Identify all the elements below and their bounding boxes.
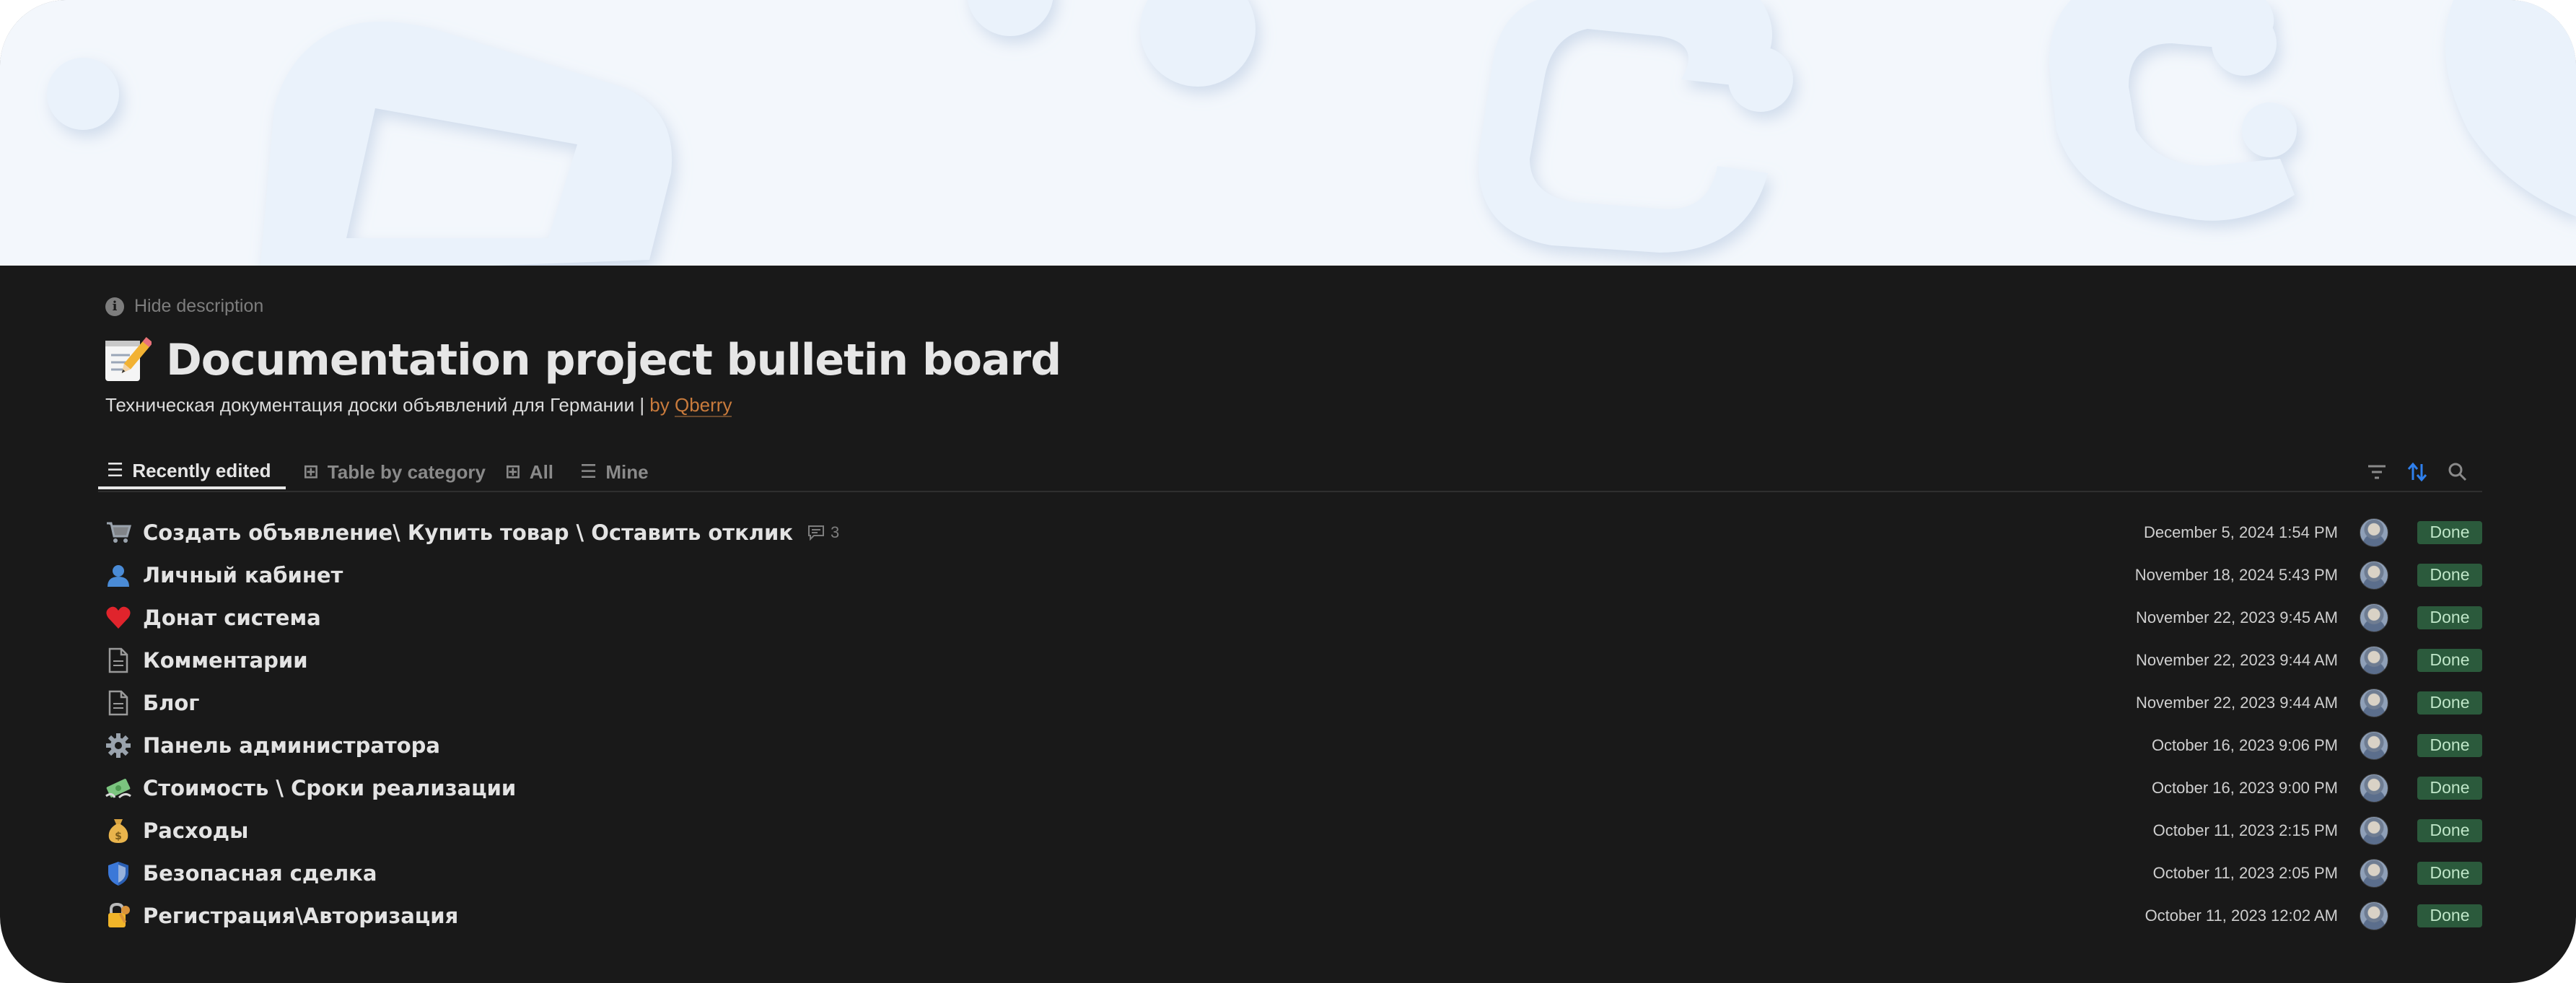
row-title: Блог bbox=[143, 690, 200, 715]
status-badge: Done bbox=[2417, 818, 2482, 842]
cover-pattern bbox=[0, 0, 2576, 266]
row-title: Создать объявление\ Купить товар \ Остав… bbox=[143, 520, 794, 545]
edited-date: October 11, 2023 12:02 AM bbox=[2145, 906, 2338, 925]
list-item[interactable]: Личный кабинет November 18, 2024 5:43 PM… bbox=[98, 554, 2482, 596]
avatar[interactable] bbox=[2360, 560, 2388, 590]
page-title-row: Documentation project bulletin board bbox=[101, 335, 1061, 385]
edited-date: October 11, 2023 2:15 PM bbox=[2152, 821, 2338, 839]
avatar[interactable] bbox=[2360, 901, 2388, 930]
list-item[interactable]: Донат система November 22, 2023 9:45 AM … bbox=[98, 596, 2482, 639]
status-badge: Done bbox=[2417, 733, 2482, 757]
row-title: Панель администратора bbox=[143, 733, 440, 758]
list-icon: ☰ bbox=[107, 460, 124, 481]
row-title: Донат система bbox=[143, 605, 321, 630]
page-list: Создать объявление\ Купить товар \ Остав… bbox=[98, 511, 2482, 937]
tab-recently-edited[interactable]: ☰ Recently edited bbox=[98, 455, 286, 489]
view-tabs: ☰ Recently edited ⊞ Table by category ⊞ … bbox=[98, 455, 2482, 492]
list-icon: ☰ bbox=[580, 461, 597, 483]
list-item[interactable]: Панель администратора October 16, 2023 9… bbox=[98, 724, 2482, 766]
list-item[interactable]: Блог November 22, 2023 9:44 AM Done bbox=[98, 681, 2482, 724]
filter-icon[interactable] bbox=[2364, 459, 2390, 485]
page-icon bbox=[104, 689, 133, 717]
memo-icon[interactable] bbox=[101, 335, 153, 385]
row-title: Стоимость \ Сроки реализации bbox=[143, 775, 517, 800]
info-icon: i bbox=[105, 297, 124, 316]
edited-date: November 22, 2023 9:44 AM bbox=[2135, 693, 2338, 712]
comment-count-value: 3 bbox=[831, 523, 840, 541]
svg-text:$: $ bbox=[115, 831, 122, 842]
list-item[interactable]: $ Расходы October 11, 2023 2:15 PM Done bbox=[98, 809, 2482, 852]
status-badge: Done bbox=[2417, 691, 2482, 715]
edited-date: November 22, 2023 9:44 AM bbox=[2135, 650, 2338, 669]
cover-image[interactable] bbox=[0, 0, 2576, 266]
page-title: Documentation project bulletin board bbox=[166, 335, 1061, 385]
row-title: Комментарии bbox=[143, 647, 308, 673]
tab-label: All bbox=[529, 460, 554, 483]
list-item[interactable]: Безопасная сделка October 11, 2023 2:05 … bbox=[98, 852, 2482, 894]
list-item[interactable]: Комментарии November 22, 2023 9:44 AM Do… bbox=[98, 639, 2482, 681]
cart-icon bbox=[104, 518, 133, 547]
tab-mine[interactable]: ☰ Mine bbox=[571, 455, 657, 489]
gear-icon bbox=[104, 731, 133, 760]
avatar[interactable] bbox=[2360, 816, 2388, 845]
row-title: Регистрация\Авторизация bbox=[143, 903, 459, 928]
row-title: Безопасная сделка bbox=[143, 860, 377, 886]
lock-key-icon bbox=[104, 901, 133, 930]
shield-icon bbox=[104, 859, 133, 888]
tab-label: Recently edited bbox=[132, 459, 271, 481]
status-badge: Done bbox=[2417, 776, 2482, 800]
tab-label: Table by category bbox=[327, 460, 486, 483]
avatar[interactable] bbox=[2360, 688, 2388, 717]
author-link[interactable]: Qberry bbox=[674, 394, 732, 417]
comment-count[interactable]: 3 bbox=[807, 523, 839, 542]
table-icon: ⊞ bbox=[505, 461, 521, 483]
description-by: by bbox=[649, 394, 675, 416]
avatar[interactable] bbox=[2360, 858, 2388, 888]
hide-description-label: Hide description bbox=[134, 296, 264, 316]
list-item[interactable]: Стоимость \ Сроки реализации October 16,… bbox=[98, 766, 2482, 809]
avatar[interactable] bbox=[2360, 517, 2388, 547]
edited-date: October 16, 2023 9:06 PM bbox=[2151, 735, 2338, 754]
status-badge: Done bbox=[2417, 563, 2482, 587]
status-badge: Done bbox=[2417, 861, 2482, 885]
row-title: Расходы bbox=[143, 818, 249, 843]
edited-date: November 18, 2024 5:43 PM bbox=[2134, 565, 2338, 584]
avatar[interactable] bbox=[2360, 645, 2388, 675]
edited-date: December 5, 2024 1:54 PM bbox=[2143, 523, 2338, 541]
status-badge: Done bbox=[2417, 520, 2482, 544]
status-badge: Done bbox=[2417, 648, 2482, 672]
table-icon: ⊞ bbox=[303, 461, 319, 483]
status-badge: Done bbox=[2417, 904, 2482, 927]
page-description: Техническая документация доски объявлени… bbox=[105, 394, 732, 417]
heart-icon bbox=[104, 603, 133, 632]
money-wings-icon bbox=[104, 774, 133, 803]
sort-icon[interactable] bbox=[2404, 459, 2430, 485]
tab-all[interactable]: ⊞ All bbox=[496, 455, 562, 489]
search-icon[interactable] bbox=[2445, 459, 2471, 485]
edited-date: October 16, 2023 9:00 PM bbox=[2151, 778, 2338, 797]
hide-description-toggle[interactable]: i Hide description bbox=[105, 296, 263, 317]
avatar[interactable] bbox=[2360, 603, 2388, 632]
description-text: Техническая документация доски объявлени… bbox=[105, 394, 650, 416]
comment-icon bbox=[808, 525, 825, 541]
tab-label: Mine bbox=[605, 460, 649, 483]
status-badge: Done bbox=[2417, 606, 2482, 629]
user-icon bbox=[104, 561, 133, 590]
money-bag-icon: $ bbox=[104, 816, 133, 845]
page-icon bbox=[104, 646, 133, 675]
avatar[interactable] bbox=[2360, 730, 2388, 760]
edited-date: November 22, 2023 9:45 AM bbox=[2135, 608, 2338, 626]
tab-table-by-category[interactable]: ⊞ Table by category bbox=[294, 455, 494, 489]
row-title: Личный кабинет bbox=[143, 562, 343, 587]
edited-date: October 11, 2023 2:05 PM bbox=[2152, 863, 2338, 882]
list-item[interactable]: Регистрация\Авторизация October 11, 2023… bbox=[98, 894, 2482, 937]
list-item[interactable]: Создать объявление\ Купить товар \ Остав… bbox=[98, 511, 2482, 554]
avatar[interactable] bbox=[2360, 773, 2388, 803]
page-frame: i Hide description Documentation project… bbox=[0, 0, 2576, 983]
